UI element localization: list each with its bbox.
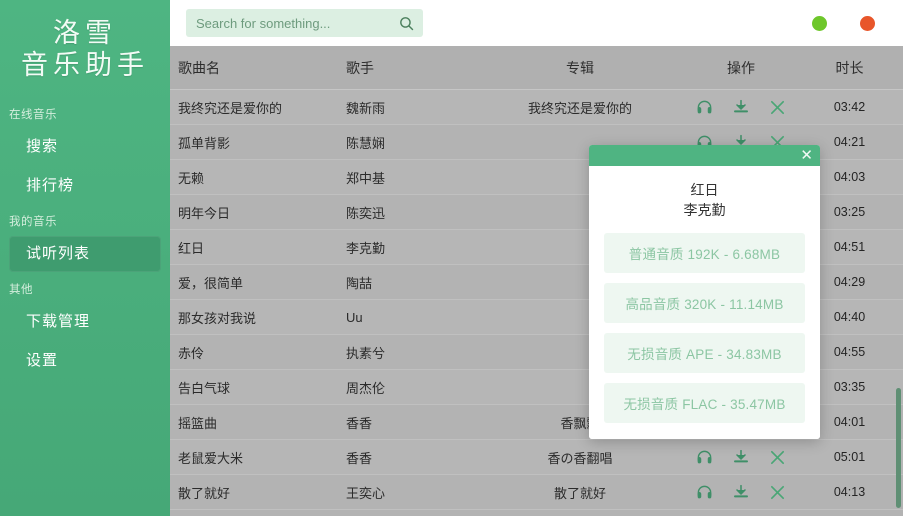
cell-duration: 04:29 — [814, 275, 903, 289]
brand-line-1: 洛雪 — [0, 18, 170, 50]
cell-duration: 04:03 — [814, 170, 903, 184]
main-panel: 歌曲名 歌手 专辑 操作 时长 我终究还是爱你的魏新雨我终究还是爱你的 03:42… — [170, 0, 903, 516]
cell-duration: 03:25 — [814, 205, 903, 219]
cell-duration: 03:35 — [814, 380, 903, 394]
headphone-icon[interactable] — [696, 450, 713, 465]
nav-group-label-mymusic: 我的音乐 — [0, 207, 170, 233]
cell-title: 赤伶 — [170, 343, 346, 362]
cell-title: 老鼠爱大米 — [170, 448, 346, 467]
search-icon[interactable] — [398, 15, 415, 32]
cell-duration: 04:13 — [814, 485, 903, 499]
search-box[interactable] — [186, 9, 423, 37]
column-header-actions: 操作 — [668, 58, 814, 78]
cell-actions — [668, 99, 814, 116]
nav-group-online: 在线音乐 搜索 排行榜 — [0, 100, 170, 204]
top-bar — [170, 0, 903, 46]
window-controls — [812, 16, 885, 31]
table-row[interactable]: 散了就好王奕心散了就好 04:13 — [170, 475, 903, 510]
dialog-body: 红日 李克勤 普通音质 192K - 6.68MB 高品音质 320K - 11… — [589, 166, 820, 439]
brand-line-2: 音乐助手 — [0, 50, 170, 82]
cell-duration: 04:01 — [814, 415, 903, 429]
dialog-song-artist: 李克勤 — [604, 200, 805, 220]
dialog-song-title: 红日 — [604, 180, 805, 200]
cell-duration: 03:42 — [814, 100, 903, 114]
sidebar-item-search[interactable]: 搜索 — [9, 129, 161, 165]
search-input[interactable] — [196, 10, 398, 36]
column-header-album[interactable]: 专辑 — [492, 58, 668, 78]
app-window: 洛雪 音乐助手 在线音乐 搜索 排行榜 我的音乐 试听列表 其他 下载管理 设置 — [0, 0, 903, 516]
quality-option-flac[interactable]: 无损音质 FLAC - 35.47MB — [604, 383, 805, 423]
download-icon[interactable] — [733, 99, 749, 115]
sidebar: 洛雪 音乐助手 在线音乐 搜索 排行榜 我的音乐 试听列表 其他 下载管理 设置 — [0, 0, 170, 516]
cell-duration: 04:40 — [814, 310, 903, 324]
cell-artist: 香香 — [346, 413, 492, 432]
sidebar-item-downloads[interactable]: 下载管理 — [9, 304, 161, 340]
cell-title: 我终究还是爱你的 — [170, 98, 346, 117]
minimize-button[interactable] — [812, 16, 827, 31]
cell-artist: 陶喆 — [346, 273, 492, 292]
sidebar-item-settings[interactable]: 设置 — [9, 343, 161, 379]
close-button[interactable] — [860, 16, 875, 31]
column-header-duration[interactable]: 时长 — [814, 58, 903, 78]
cell-title: 爱，很简单 — [170, 273, 346, 292]
nav-group-other: 其他 下载管理 设置 — [0, 275, 170, 379]
nav-group-label-online: 在线音乐 — [0, 100, 170, 126]
table-row[interactable]: 老鼠爱大米香香香の香翻唱 05:01 — [170, 440, 903, 475]
cell-title: 红日 — [170, 238, 346, 257]
headphone-icon[interactable] — [696, 100, 713, 115]
cell-title: 摇篮曲 — [170, 413, 346, 432]
sidebar-item-playlist[interactable]: 试听列表 — [9, 236, 161, 272]
cell-duration: 04:21 — [814, 135, 903, 149]
remove-icon[interactable] — [769, 484, 786, 501]
cell-album: 我终究还是爱你的 — [492, 98, 668, 117]
cell-title: 明年今日 — [170, 203, 346, 222]
vertical-scrollbar[interactable] — [896, 90, 901, 516]
remove-icon[interactable] — [769, 99, 786, 116]
column-header-artist[interactable]: 歌手 — [346, 58, 492, 78]
download-quality-dialog: ✕ 红日 李克勤 普通音质 192K - 6.68MB 高品音质 320K - … — [589, 145, 820, 439]
table-row[interactable]: 我终究还是爱你的魏新雨我终究还是爱你的 03:42 — [170, 90, 903, 125]
cell-artist: 王奕心 — [346, 483, 492, 502]
cell-duration: 04:51 — [814, 240, 903, 254]
nav-group-label-other: 其他 — [0, 275, 170, 301]
cell-title: 无赖 — [170, 168, 346, 187]
download-icon[interactable] — [733, 449, 749, 465]
cell-artist: 郑中基 — [346, 168, 492, 187]
cell-artist: 陈奕迅 — [346, 203, 492, 222]
quality-option-normal[interactable]: 普通音质 192K - 6.68MB — [604, 233, 805, 273]
cell-duration: 04:55 — [814, 345, 903, 359]
cell-actions — [668, 449, 814, 466]
quality-option-high[interactable]: 高品音质 320K - 11.14MB — [604, 283, 805, 323]
column-header-title[interactable]: 歌曲名 — [170, 58, 346, 78]
cell-duration: 05:01 — [814, 450, 903, 464]
quality-option-ape[interactable]: 无损音质 APE - 34.83MB — [604, 333, 805, 373]
cell-title: 告白气球 — [170, 378, 346, 397]
cell-artist: 香香 — [346, 448, 492, 467]
cell-album: 散了就好 — [492, 483, 668, 502]
cell-album: 香の香翻唱 — [492, 448, 668, 467]
sidebar-item-leaderboard[interactable]: 排行榜 — [9, 168, 161, 204]
scrollbar-thumb[interactable] — [896, 388, 901, 508]
cell-artist: 陈慧娴 — [346, 133, 492, 152]
cell-title: 散了就好 — [170, 483, 346, 502]
download-icon[interactable] — [733, 484, 749, 500]
remove-icon[interactable] — [769, 449, 786, 466]
cell-title: 那女孩对我说 — [170, 308, 346, 327]
dialog-header: ✕ — [589, 145, 820, 166]
cell-artist: 魏新雨 — [346, 98, 492, 117]
cell-artist: Uu — [346, 310, 492, 325]
headphone-icon[interactable] — [696, 485, 713, 500]
cell-artist: 执素兮 — [346, 343, 492, 362]
cell-artist: 李克勤 — [346, 238, 492, 257]
cell-actions — [668, 484, 814, 501]
app-logo: 洛雪 音乐助手 — [0, 6, 170, 100]
cell-artist: 周杰伦 — [346, 378, 492, 397]
nav-group-mymusic: 我的音乐 试听列表 — [0, 207, 170, 272]
table-header: 歌曲名 歌手 专辑 操作 时长 — [170, 46, 903, 90]
cell-title: 孤单背影 — [170, 133, 346, 152]
close-icon[interactable]: ✕ — [800, 148, 813, 163]
